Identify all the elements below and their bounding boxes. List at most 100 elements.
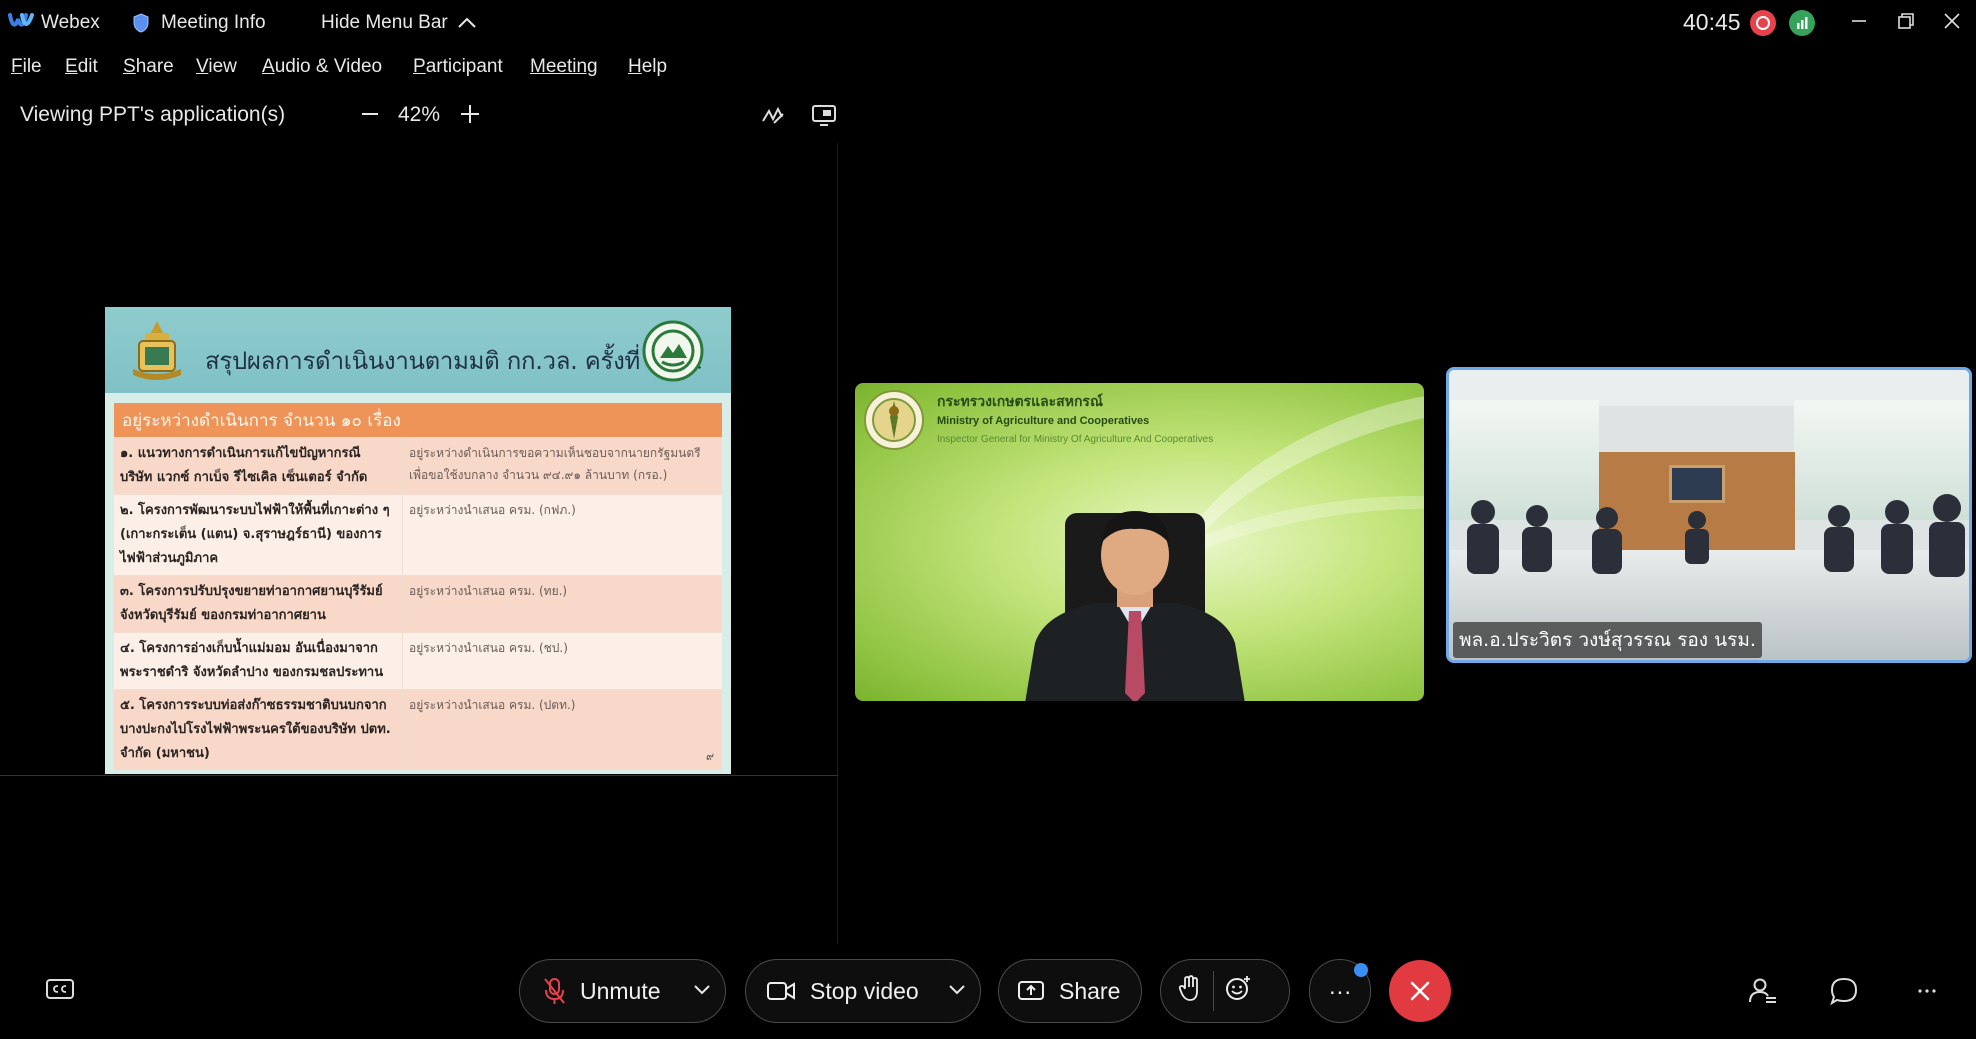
emoji-reaction-icon xyxy=(1226,976,1250,1000)
video-tile-ministry[interactable]: กระทรวงเกษตรและสหกรณ์ Ministry of Agricu… xyxy=(855,383,1424,701)
menu-participant[interactable]: Participant xyxy=(413,56,503,78)
menu-share[interactable]: Share xyxy=(123,56,174,78)
closed-captions-icon xyxy=(46,979,74,999)
chevron-up-icon xyxy=(458,17,476,28)
slide-title: สรุปผลการดำเนินงานตามมติ กก.วล. ครั้งที่… xyxy=(205,347,703,375)
menu-file-label: ile xyxy=(22,56,42,77)
project-cell: ๔. โครงการอ่างเก็บน้ำแม่มอม อันเนื่องมาจ… xyxy=(114,633,403,689)
restore-button[interactable] xyxy=(1889,6,1923,36)
status-cell: อยู่ระหว่างดำเนินการขอความเห็นชอบจากนายก… xyxy=(409,446,701,482)
slide-status-table: อยู่ระหว่างดำเนินการ จำนวน ๑๐ เรื่อง ๑. … xyxy=(114,403,722,770)
share-view-options-button[interactable] xyxy=(810,101,838,129)
hide-menu-bar-button[interactable]: Hide Menu Bar xyxy=(321,12,477,34)
webex-logo-icon xyxy=(8,11,34,36)
project-cell: ๓. โครงการปรับปรุงขยายท่าอากาศยานบุรีรัม… xyxy=(114,576,403,632)
shield-icon xyxy=(133,13,149,33)
minus-icon xyxy=(362,113,378,115)
share-button[interactable]: Share xyxy=(998,959,1142,1023)
annotate-pen-icon xyxy=(762,106,784,124)
microphone-muted-icon xyxy=(544,978,565,1004)
menu-edit[interactable]: Edit xyxy=(65,56,98,78)
share-divider xyxy=(0,775,838,776)
table-row: ๕. โครงการระบบท่อส่งก๊าซธรรมชาติบนบกจากบ… xyxy=(114,689,722,770)
meeting-info-label: Meeting Info xyxy=(161,12,266,33)
menu-audio-video-mnemonic: A xyxy=(262,56,275,77)
table-row: ๑. แนวทางการดำเนินการแก้ไขปัญหากรณี บริษ… xyxy=(114,437,722,494)
ministry-name-thai: กระทรวงเกษตรและสหกรณ์ xyxy=(937,394,1103,410)
zoom-level: 42% xyxy=(398,103,441,126)
ministry-seal-icon xyxy=(864,390,924,450)
stop-video-label: Stop video xyxy=(810,977,919,1004)
share-screen-icon xyxy=(1018,981,1044,1000)
zoom-out-button[interactable] xyxy=(360,100,380,128)
menu-edit-mnemonic: E xyxy=(65,56,78,77)
meeting-timer: 40:45 xyxy=(1683,9,1741,35)
menu-share-label: hare xyxy=(135,56,174,77)
more-panels-button[interactable] xyxy=(1912,976,1942,1006)
reactions-group xyxy=(1160,959,1290,1023)
project-cell: ๒. โครงการพัฒนาระบบไฟฟ้าให้พื้นที่เกาะต่… xyxy=(114,495,403,575)
menu-share-mnemonic: S xyxy=(123,56,136,77)
plus-icon xyxy=(461,105,479,123)
menu-help-label: elp xyxy=(641,56,668,77)
project-cell: ๕. โครงการระบบท่อส่งก๊าซธรรมชาติบนบกจากบ… xyxy=(114,690,403,770)
chat-panel-button[interactable] xyxy=(1829,976,1859,1006)
participant-name-label: พล.อ.ประวิตร วงษ์สุวรรณ รอง นรม. xyxy=(1453,622,1762,658)
menu-view-mnemonic: V xyxy=(196,56,209,77)
recording-icon[interactable] xyxy=(1750,10,1776,36)
chevron-down-icon[interactable] xyxy=(948,982,966,996)
video-tile-conference-room[interactable]: พล.อ.ประวิตร วงษ์สุวรรณ รอง นรม. xyxy=(1446,367,1972,663)
unmute-label: Unmute xyxy=(580,977,661,1004)
government-emblem-icon xyxy=(133,321,181,380)
chat-bubble-icon xyxy=(1830,977,1858,1006)
unmute-button[interactable]: Unmute xyxy=(519,959,726,1023)
raise-hand-button[interactable] xyxy=(1177,974,1203,1008)
room-participants xyxy=(1467,494,1965,577)
annotate-button[interactable] xyxy=(759,101,787,129)
participants-panel-button[interactable] xyxy=(1748,976,1778,1006)
shared-content-area[interactable]: สรุปผลการดำเนินงานตามมติ กก.วล. ครั้งที่… xyxy=(0,143,838,943)
menu-view[interactable]: View xyxy=(196,56,237,78)
restore-icon xyxy=(1898,13,1914,29)
close-window-button[interactable] xyxy=(1935,6,1969,36)
network-stats-icon[interactable] xyxy=(1789,10,1815,36)
menu-help-mnemonic: H xyxy=(628,56,642,77)
presentation-slide: สรุปผลการดำเนินงานตามมติ กก.วล. ครั้งที่… xyxy=(105,307,731,774)
reactions-divider xyxy=(1213,971,1214,1011)
minimize-icon xyxy=(1852,20,1866,22)
ellipsis-icon xyxy=(1918,989,1936,993)
menu-file-mnemonic: F xyxy=(11,56,23,77)
leave-meeting-button[interactable] xyxy=(1389,960,1451,1022)
status-cell: อยู่ระหว่างนำเสนอ ครม. (ทย.) xyxy=(409,584,568,598)
meeting-info-button[interactable]: Meeting Info xyxy=(133,12,266,34)
zoom-in-button[interactable] xyxy=(459,100,481,128)
close-icon xyxy=(1944,13,1960,29)
reactions-button[interactable] xyxy=(1224,974,1252,1008)
menu-file[interactable]: File xyxy=(11,56,42,78)
table-row: ๔. โครงการอ่างเก็บน้ำแม่มอม อันเนื่องมาจ… xyxy=(114,632,722,689)
minimize-button[interactable] xyxy=(1842,6,1876,36)
menu-edit-label: dit xyxy=(77,56,98,77)
table-header: อยู่ระหว่างดำเนินการ จำนวน ๑๐ เรื่อง xyxy=(114,403,722,437)
monitor-icon xyxy=(812,105,836,126)
table-row: ๓. โครงการปรับปรุงขยายท่าอากาศยานบุรีรัม… xyxy=(114,575,722,632)
slide-page-number: ๙ xyxy=(705,750,714,763)
closed-captions-button[interactable] xyxy=(44,977,76,1003)
ministry-name-english: Ministry of Agriculture and Cooperatives xyxy=(937,415,1150,427)
slide-header: สรุปผลการดำเนินงานตามมติ กก.วล. ครั้งที่… xyxy=(105,307,731,393)
project-cell: ๑. แนวทางการดำเนินการแก้ไขปัญหากรณี บริษ… xyxy=(114,438,403,494)
stop-video-button[interactable]: Stop video xyxy=(745,959,981,1023)
app-name: Webex xyxy=(41,12,100,33)
menu-meeting-mnemonic: Meeting xyxy=(530,56,598,77)
hide-menu-bar-label: Hide Menu Bar xyxy=(321,12,448,33)
menu-meeting[interactable]: Meeting xyxy=(530,56,598,78)
more-options-label: ··· xyxy=(1328,977,1352,1004)
close-icon xyxy=(1410,981,1430,1001)
menu-help[interactable]: Help xyxy=(628,56,667,78)
chevron-down-icon[interactable] xyxy=(693,982,711,996)
table-row: ๒. โครงการพัฒนาระบบไฟฟ้าให้พื้นที่เกาะต่… xyxy=(114,494,722,575)
notification-dot xyxy=(1354,963,1368,977)
share-label: Share xyxy=(1059,977,1121,1004)
participants-icon xyxy=(1749,978,1776,1003)
menu-audio-video[interactable]: Audio & Video xyxy=(262,56,382,78)
